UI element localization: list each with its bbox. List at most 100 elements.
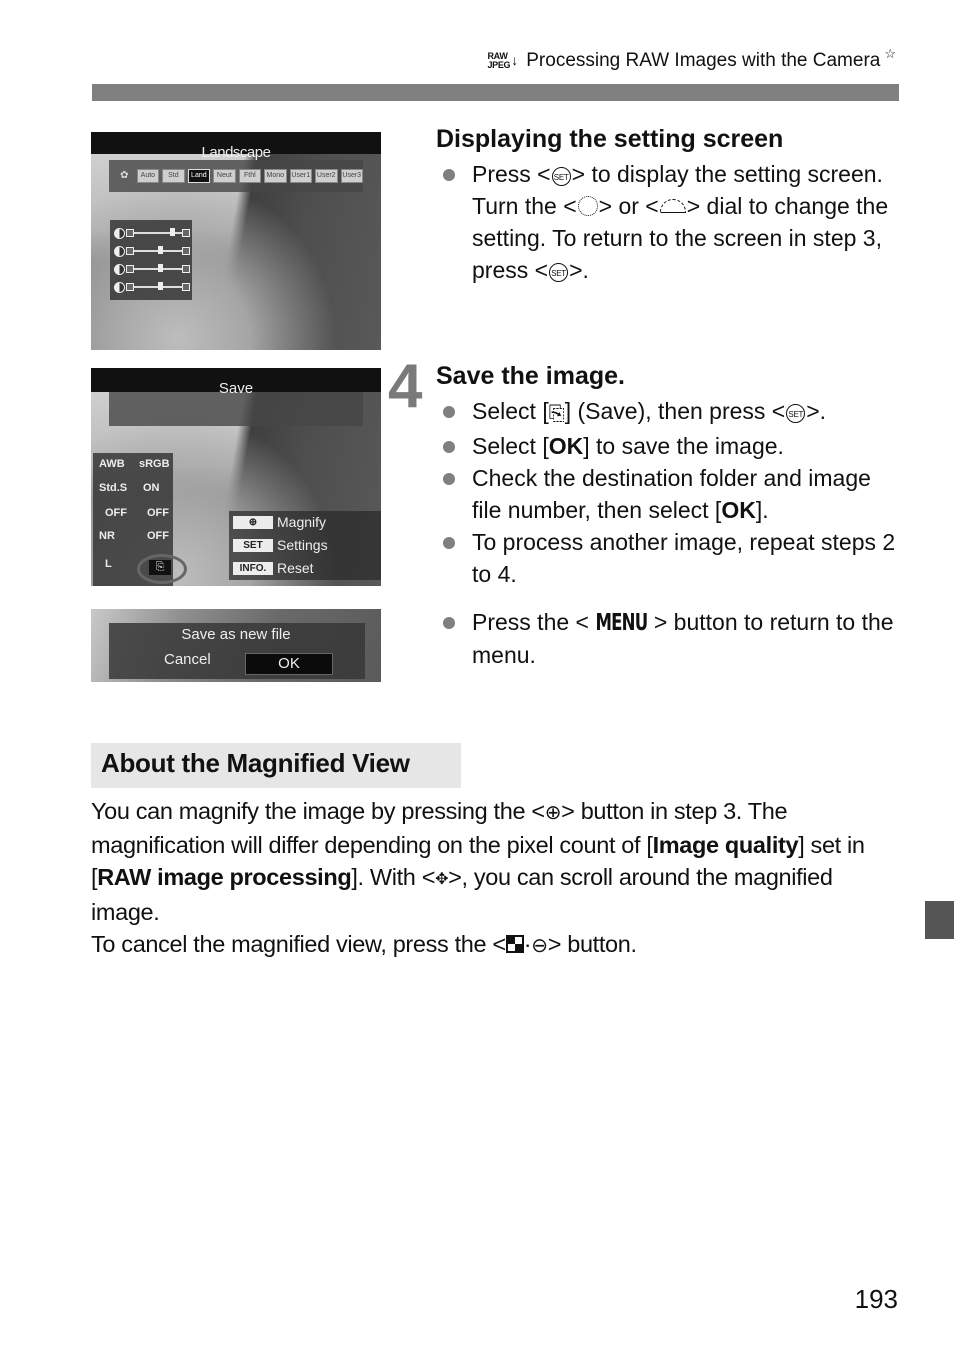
- dialog-title: Save as new file: [181, 626, 291, 643]
- star-icon: ☆: [884, 46, 896, 61]
- picture-style-icon: ✿: [120, 170, 129, 181]
- running-header: RAW JPEG ↓ Processing RAW Images with th…: [487, 46, 896, 72]
- contrast-icon: [114, 245, 125, 257]
- style-chip: Neut: [213, 169, 236, 183]
- text: To cancel the magnified view, press the …: [91, 931, 506, 957]
- colorspace-item: sRGB: [139, 458, 170, 470]
- bullet-dot: [443, 617, 455, 629]
- zoom-out-icon: ⊖: [531, 935, 548, 957]
- menu-settings: SET Settings: [233, 537, 328, 553]
- chapter-tab: [925, 901, 954, 939]
- title-band: [109, 392, 363, 426]
- multi-controller-icon: ✥: [435, 871, 449, 888]
- menu-button-icon: MENU: [595, 610, 648, 636]
- hl-tone-item: OFF: [147, 507, 169, 519]
- param-saturation: [114, 262, 190, 276]
- bullet-list: Select [⎘] (Save), then press < SET >. Sel…: [436, 395, 906, 590]
- ok-label: OK: [721, 497, 756, 523]
- text: Select [: [472, 433, 549, 459]
- bullet-item: Select [OK] to save the image.: [436, 430, 906, 462]
- section-save-image: Save the image. Select [⎘] (Save), then …: [436, 361, 906, 590]
- text: >.: [806, 398, 827, 424]
- bullet-dot: [443, 473, 455, 485]
- screen-title: Landscape: [201, 144, 271, 161]
- bullet-list: Press < SET > to display the setting scree…: [436, 158, 906, 286]
- save-icon: ⎘: [548, 403, 565, 425]
- bullet-dot: [443, 537, 455, 549]
- text: ]. With <: [351, 864, 436, 890]
- magnified-view-body: You can magnify the image by pressing th…: [91, 795, 901, 962]
- bullet-dot: [443, 169, 455, 181]
- set-button-icon: SET: [551, 167, 571, 186]
- lens-correction-item: ON: [143, 482, 160, 494]
- step-number: 4: [388, 352, 423, 421]
- style-chip: Auto: [136, 169, 160, 183]
- header-divider: [92, 84, 899, 101]
- text: > button.: [547, 931, 637, 957]
- style-chip: User3: [340, 169, 363, 183]
- style-chip: Fthl: [238, 169, 262, 183]
- arrow-down-icon: ↓: [511, 52, 519, 68]
- index-icon: [505, 935, 524, 953]
- text: ].: [755, 497, 769, 523]
- style-chip: User2: [315, 169, 338, 183]
- wb-item: AWB: [99, 458, 125, 470]
- text: >.: [569, 257, 589, 283]
- text: > or <: [598, 193, 659, 219]
- style-chip: Std: [162, 169, 185, 183]
- set-button-icon: SET: [549, 263, 569, 282]
- param-track: [126, 246, 190, 255]
- bullet-dot: [443, 406, 455, 418]
- picture-style-row: ✿ Auto Std Land Neut Fthl Mono User1 Use…: [109, 160, 363, 192]
- page-number: 193: [854, 1284, 898, 1314]
- dialog-cancel: Cancel: [164, 651, 211, 668]
- param-knob: [158, 282, 163, 290]
- heading-text: About the Magnified View: [101, 748, 410, 778]
- menu-label: Reset: [277, 560, 314, 576]
- picture-style-item: Std.S: [99, 482, 128, 494]
- sharpness-icon: [114, 227, 125, 239]
- section-heading: Displaying the setting screen: [436, 125, 784, 153]
- menu-label: Settings: [277, 537, 328, 553]
- param-track: [126, 282, 190, 291]
- quick-control-dial-icon: [577, 196, 598, 216]
- menu-reset: INFO. Reset: [233, 560, 314, 576]
- confirm-screen-image: Save as new file Cancel OK: [91, 609, 381, 682]
- text: ] to save the image.: [583, 433, 784, 459]
- text: ] (Save), then press <: [564, 398, 786, 424]
- style-chip-selected: Land: [187, 169, 211, 183]
- style-chip: Mono: [264, 169, 287, 183]
- save-icon: ⎘: [149, 560, 171, 575]
- set-button-icon: SET: [786, 404, 806, 423]
- parameter-panel: [110, 220, 192, 300]
- raw-jpeg-icon: RAW JPEG ↓: [487, 50, 518, 70]
- bullet-item: Press the < MENU > button to return to the…: [436, 606, 906, 671]
- chapter-title: Processing RAW Images with the Camera: [526, 50, 881, 71]
- raw-processing-label: RAW image processing: [97, 864, 352, 890]
- text: To process another image, repeat steps 2…: [472, 529, 896, 587]
- ok-label: OK: [548, 433, 584, 459]
- magnified-view-heading: About the Magnified View: [91, 743, 461, 788]
- bullet-item: To process another image, repeat steps 2…: [436, 526, 906, 590]
- quality-item: L: [105, 558, 112, 570]
- dialog-ok: OK: [245, 653, 333, 675]
- param-knob: [170, 228, 175, 236]
- jpeg-label: JPEG: [487, 60, 511, 70]
- bullet-list: Press the < MENU > button to return to the…: [436, 606, 906, 671]
- nr-item: NR: [99, 530, 115, 542]
- setting-screen-image: Landscape ✿ Auto Std Land Neut Fthl Mono…: [91, 132, 381, 350]
- param-contrast: [114, 244, 190, 258]
- main-dial-icon: [659, 199, 686, 213]
- alo-item: OFF: [105, 507, 127, 519]
- bullet-item: Press < SET > to display the setting scree…: [436, 158, 906, 286]
- param-track: [126, 228, 190, 237]
- text: Press the <: [472, 609, 589, 635]
- bullet-item: Check the destination folder and image f…: [436, 462, 906, 526]
- param-track: [126, 264, 190, 273]
- zoom-key-icon: ⊕: [233, 515, 273, 529]
- menu-label: Magnify: [277, 514, 327, 530]
- text: Select [: [472, 398, 549, 424]
- param-color-tone: [114, 280, 190, 294]
- zoom-in-icon: ⊕: [544, 802, 562, 824]
- set-key-icon: SET: [233, 538, 273, 552]
